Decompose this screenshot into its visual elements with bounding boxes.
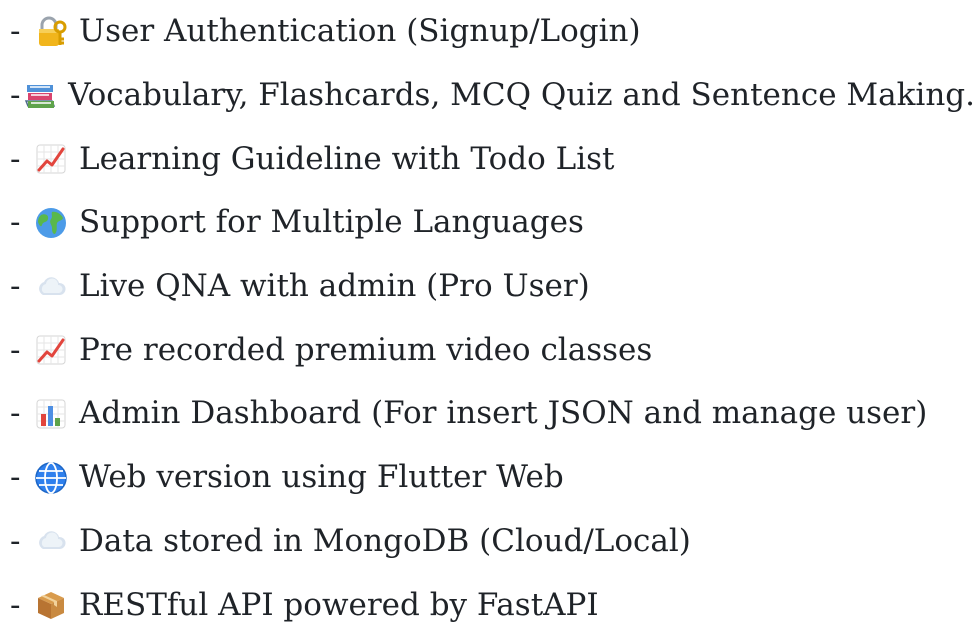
feature-label: User Authentication (Signup/Login)	[79, 13, 641, 50]
feature-label: Vocabulary, Flashcards, MCQ Quiz and Sen…	[68, 77, 975, 114]
list-bullet: -	[10, 395, 21, 432]
list-bullet: -	[10, 331, 21, 368]
lock-key-icon	[32, 13, 70, 51]
list-bullet: -	[10, 268, 21, 305]
feature-list: - User Authentication (Signup/Login) - V…	[10, 0, 975, 637]
list-item: - Data stored in MongoDB (Cloud/Local)	[10, 510, 975, 574]
bar-chart-icon	[32, 395, 70, 433]
feature-label: Support for Multiple Languages	[79, 204, 584, 241]
feature-label: RESTful API powered by FastAPI	[79, 586, 599, 623]
feature-label: Live QNA with admin (Pro User)	[79, 268, 590, 305]
globe-icon	[32, 204, 70, 242]
feature-label: Web version using Flutter Web	[79, 459, 564, 496]
feature-label: Data stored in MongoDB (Cloud/Local)	[79, 522, 691, 559]
list-item: - Admin Dashboard (For insert JSON and m…	[10, 382, 975, 446]
chart-increasing-icon	[32, 331, 70, 369]
list-item: - Learning Guideline with Todo List	[10, 127, 975, 191]
feature-label: Learning Guideline with Todo List	[79, 140, 615, 177]
list-bullet: -	[10, 459, 21, 496]
list-bullet: -	[10, 522, 21, 559]
list-item: - Vocabulary, Flashcards, MCQ Quiz and S…	[10, 64, 975, 128]
feature-label: Pre recorded premium video classes	[79, 331, 653, 368]
globe-meridians-icon	[32, 459, 70, 497]
cloud-icon	[32, 268, 70, 306]
list-bullet: -	[10, 140, 21, 177]
list-bullet: -	[10, 77, 21, 114]
books-icon	[21, 77, 59, 115]
list-bullet: -	[10, 13, 21, 50]
package-icon	[32, 586, 70, 624]
list-bullet: -	[10, 586, 21, 623]
list-item: - Pre recorded premium video classes	[10, 318, 975, 382]
list-bullet: -	[10, 204, 21, 241]
list-item: - Web version using Flutter Web	[10, 446, 975, 510]
list-item: - User Authentication (Signup/Login)	[10, 0, 975, 64]
chart-increasing-icon	[32, 140, 70, 178]
list-item: - Live QNA with admin (Pro User)	[10, 255, 975, 319]
feature-label: Admin Dashboard (For insert JSON and man…	[79, 395, 928, 432]
list-item: - Support for Multiple Languages	[10, 191, 975, 255]
list-item: - RESTful API powered by FastAPI	[10, 573, 975, 637]
cloud-icon	[32, 522, 70, 560]
